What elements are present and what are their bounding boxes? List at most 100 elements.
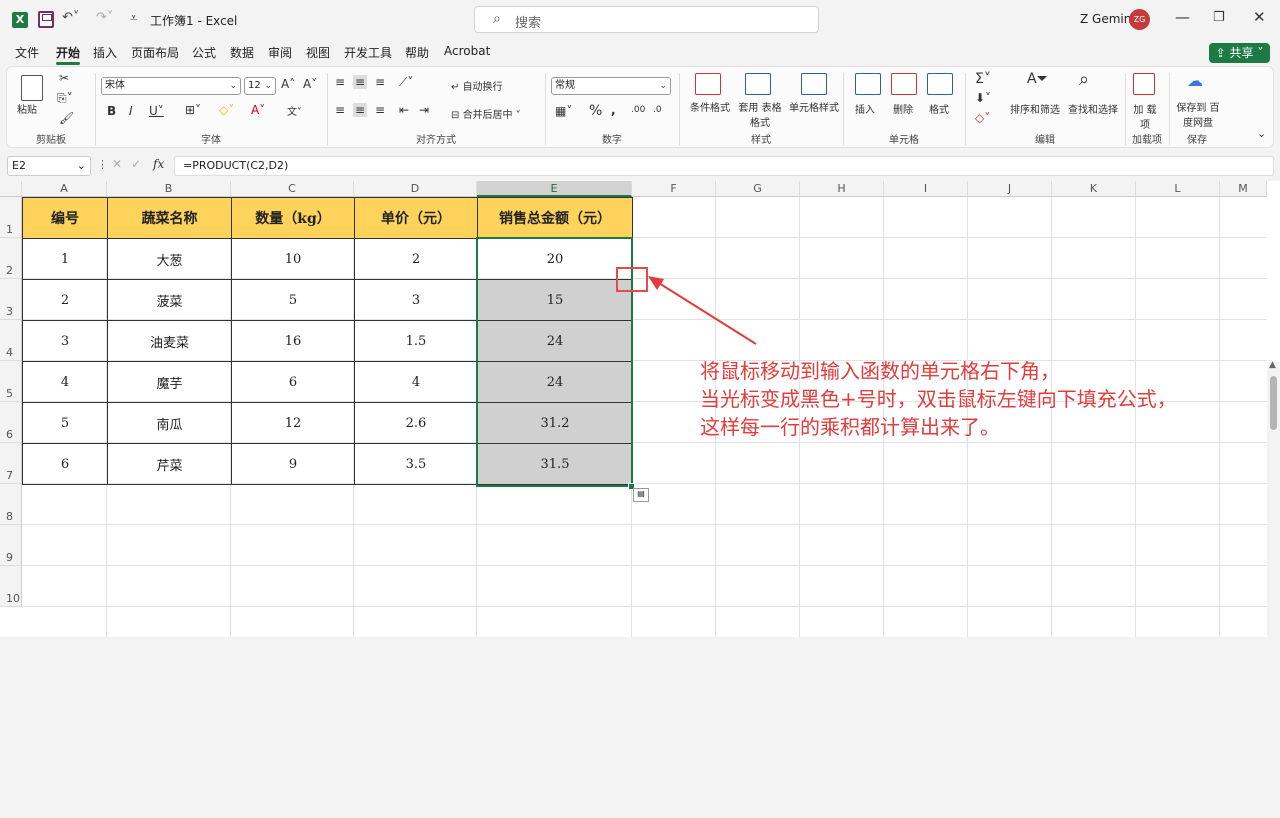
column-header[interactable]: J [968,181,1052,197]
scroll-up-icon[interactable]: ▲ [1269,360,1276,370]
tab-view[interactable]: 视图 [306,44,330,61]
avatar[interactable]: ZG [1129,9,1150,30]
copy-icon[interactable]: ⎘˅ [57,91,73,106]
tab-formulas[interactable]: 公式 [192,44,216,61]
cut-icon[interactable]: ✂ [59,71,69,85]
align-middle-icon[interactable]: ≡ [353,75,368,89]
format-as-table-button[interactable]: 套用 表格格式 [735,99,785,129]
cell[interactable]: 2 [22,279,108,321]
undo-icon[interactable]: ↶˅ [62,10,79,25]
paste-icon[interactable] [21,75,43,101]
cell[interactable]: 2 [354,238,478,280]
header-cell[interactable]: 蔬菜名称 [107,197,232,239]
cell[interactable]: 9 [231,443,355,485]
row-header[interactable]: 10 [0,566,22,607]
cell-styles-button[interactable]: 单元格样式 [785,99,843,114]
border-icon[interactable]: ⊞˅ [185,103,201,117]
column-header[interactable]: A [22,181,107,197]
tab-home[interactable]: 开始 [56,44,81,65]
cell[interactable]: 6 [22,443,108,485]
cell[interactable]: 魔芋 [107,361,232,403]
tab-developer[interactable]: 开发工具 [344,44,392,61]
cell[interactable]: 1.5 [354,320,478,362]
sort-filter-button[interactable]: 排序和筛选 [1005,101,1065,116]
close-button[interactable]: ✕ [1253,8,1266,26]
share-button[interactable]: ⇪ 共享 ˅ [1209,43,1270,63]
orientation-icon[interactable]: ⟋˅ [399,75,413,90]
header-cell[interactable]: 数量（kg） [231,197,355,239]
increase-decimal-icon[interactable]: .00 [631,105,645,115]
quick-analysis-icon[interactable]: ▤ [633,488,649,502]
more-options-icon[interactable]: ⋮ [97,158,108,171]
increase-font-icon[interactable]: A˄ [281,77,295,91]
comma-icon[interactable]: , [611,103,616,117]
fill-color-icon[interactable]: ◇˅ [219,103,234,117]
align-bottom-icon[interactable]: ≡ [375,75,385,89]
search-box[interactable]: ⌕ 搜索 [474,6,819,33]
cell[interactable]: 16 [231,320,355,362]
vertical-scrollbar[interactable]: ▲ [1267,360,1280,818]
fill-icon[interactable]: ⬇˅ [975,91,991,105]
row-header[interactable]: 2 [0,238,22,279]
cell[interactable]: 5 [231,279,355,321]
cell[interactable]: 3 [354,279,478,321]
column-header[interactable]: F [632,181,716,197]
cell[interactable]: 5 [22,402,108,444]
autosum-icon[interactable]: Σ˅ [975,71,991,87]
cell[interactable]: 菠菜 [107,279,232,321]
column-header[interactable]: C [231,181,354,197]
row-header[interactable]: 7 [0,443,22,484]
column-header[interactable]: L [1136,181,1220,197]
save-baidu-button[interactable]: 保存到 百度网盘 [1173,99,1223,129]
insert-function-icon[interactable]: fx [153,157,164,171]
header-cell[interactable]: 编号 [22,197,108,239]
accounting-icon[interactable]: ▦˅ [555,104,572,118]
addins-button[interactable]: 加 载项 [1129,101,1161,131]
cell[interactable]: 大葱 [107,238,232,280]
row-header[interactable]: 9 [0,525,22,566]
cell[interactable]: 3 [22,320,108,362]
cell[interactable]: 4 [22,361,108,403]
conditional-format-button[interactable]: 条件格式 [685,99,735,114]
decrease-font-icon[interactable]: A˅ [303,77,317,91]
cell[interactable]: 6 [231,361,355,403]
cell[interactable]: 芹菜 [107,443,232,485]
insert-cells-button[interactable]: 插入 [855,101,875,116]
select-all-corner[interactable] [0,181,22,197]
clear-icon[interactable]: ◇˅ [975,111,990,125]
tab-review[interactable]: 审阅 [268,44,292,61]
cell[interactable]: 4 [354,361,478,403]
tab-help[interactable]: 帮助 [405,44,429,61]
cell[interactable]: 1 [22,238,108,280]
format-painter-icon[interactable]: 🖌 [59,111,74,125]
decrease-indent-icon[interactable]: ⇤ [399,103,409,117]
row-header[interactable]: 5 [0,361,22,402]
number-format-select[interactable]: 常规 ⌄ [551,77,671,95]
formula-input[interactable]: =PRODUCT(C2,D2) [174,156,1274,176]
find-select-button[interactable]: 查找和选择 [1065,101,1121,116]
column-header[interactable]: M [1220,181,1267,197]
header-cell[interactable]: 单价（元） [354,197,478,239]
tab-data[interactable]: 数据 [230,44,254,61]
italic-icon[interactable]: I [129,104,133,118]
column-header[interactable]: I [884,181,968,197]
tab-acrobat[interactable]: Acrobat [444,44,490,58]
column-header[interactable]: K [1052,181,1136,197]
cancel-icon[interactable]: ✕ [112,157,122,171]
increase-indent-icon[interactable]: ⇥ [419,103,429,117]
font-color-icon[interactable]: A˅ [251,103,265,117]
delete-cells-button[interactable]: 删除 [893,101,913,116]
column-header[interactable]: H [800,181,884,197]
scroll-thumb[interactable] [1270,376,1277,430]
tab-page-layout[interactable]: 页面布局 [131,44,179,61]
column-header[interactable]: G [716,181,800,197]
save-icon[interactable] [38,11,54,28]
underline-icon[interactable]: U˅ [149,104,164,118]
percent-icon[interactable]: % [589,103,602,119]
row-header[interactable]: 1 [0,197,22,238]
align-left-icon[interactable]: ≡ [335,103,345,117]
redo-icon[interactable]: ↷˅ [96,10,113,25]
minimize-button[interactable]: — [1175,8,1190,26]
bold-icon[interactable]: B [107,104,116,118]
cell[interactable]: 2.6 [354,402,478,444]
